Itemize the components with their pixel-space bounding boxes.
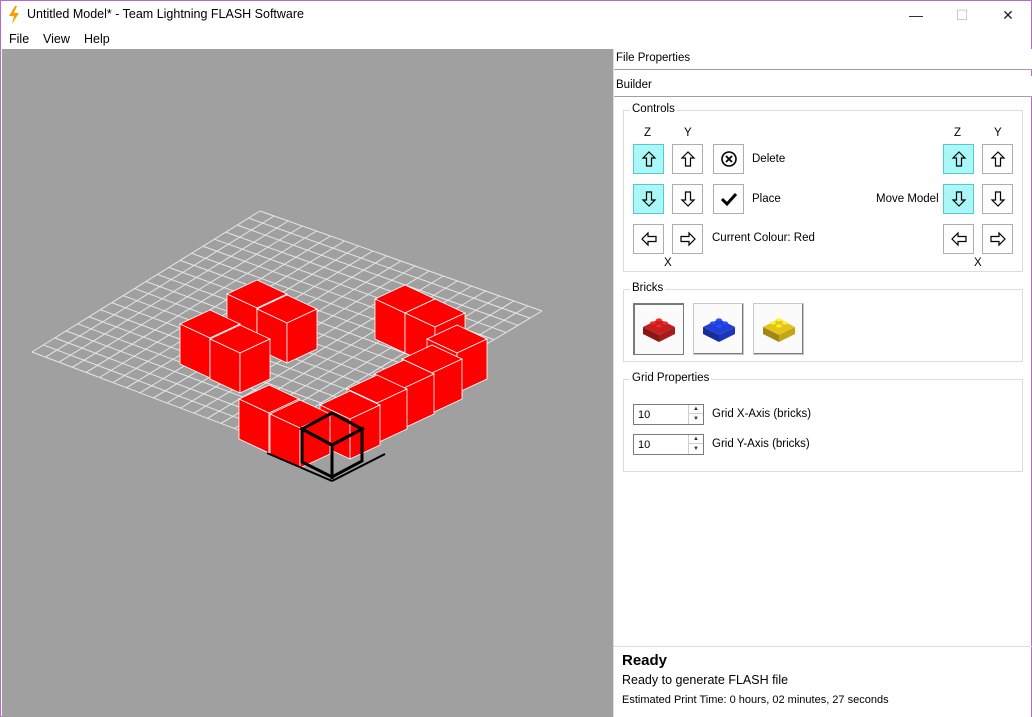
model-x-left-button[interactable] bbox=[943, 224, 974, 254]
delete-icon bbox=[720, 151, 737, 167]
app-window: Untitled Model* - Team Lightning FLASH S… bbox=[0, 0, 1032, 717]
x-right-button[interactable] bbox=[672, 224, 703, 254]
grid-y-value[interactable]: 10 bbox=[638, 439, 650, 451]
menu-file[interactable]: File bbox=[9, 32, 29, 46]
menu-view[interactable]: View bbox=[43, 32, 70, 46]
menu-bar: File View Help bbox=[1, 29, 1031, 49]
grid-x-stepper[interactable]: 10 ▲ ▼ bbox=[633, 404, 704, 425]
arrow-up-icon bbox=[951, 151, 966, 167]
model-canvas[interactable] bbox=[2, 49, 613, 717]
file-properties-header[interactable]: File Properties bbox=[614, 49, 1032, 70]
arrow-up-icon bbox=[680, 151, 695, 167]
bricks-title: Bricks bbox=[630, 282, 666, 294]
print-time-estimate: Estimated Print Time: 0 hours, 02 minute… bbox=[622, 694, 889, 706]
maximize-button[interactable]: ☐ bbox=[939, 1, 985, 29]
arrow-down-icon bbox=[990, 191, 1005, 207]
spin-down-icon[interactable]: ▼ bbox=[689, 414, 703, 423]
title-bar: Untitled Model* - Team Lightning FLASH S… bbox=[1, 1, 1031, 29]
controls-title: Controls bbox=[630, 103, 677, 115]
z-axis-label: Z bbox=[644, 127, 652, 139]
grid-x-spinner[interactable]: ▲ ▼ bbox=[688, 405, 703, 424]
controls-group: Controls Z Y Delete Place Current Colour… bbox=[623, 103, 1023, 272]
arrow-up-icon bbox=[641, 151, 656, 167]
arrow-down-icon bbox=[951, 191, 966, 207]
z-down-button[interactable] bbox=[633, 184, 664, 214]
menu-help[interactable]: Help bbox=[84, 32, 110, 46]
status-panel: Ready Ready to generate FLASH file Estim… bbox=[614, 646, 1032, 717]
window-title: Untitled Model* - Team Lightning FLASH S… bbox=[27, 7, 304, 21]
model-y-up-button[interactable] bbox=[982, 144, 1013, 174]
arrow-right-icon bbox=[679, 231, 696, 247]
place-button[interactable] bbox=[713, 184, 744, 214]
status-message: Ready to generate FLASH file bbox=[622, 673, 789, 687]
model-z-up-button[interactable] bbox=[943, 144, 974, 174]
arrow-left-icon bbox=[950, 231, 967, 247]
placed-brick bbox=[209, 324, 271, 394]
brick-blue-button[interactable] bbox=[693, 303, 744, 355]
lego-brick-icon bbox=[702, 318, 735, 342]
placed-bricks bbox=[179, 279, 488, 469]
model-y-down-button[interactable] bbox=[982, 184, 1013, 214]
model-x-right-button[interactable] bbox=[982, 224, 1013, 254]
x-axis-label: X bbox=[664, 257, 672, 269]
arrow-up-icon bbox=[990, 151, 1005, 167]
arrow-left-icon bbox=[640, 231, 657, 247]
model-viewport[interactable] bbox=[2, 49, 613, 717]
model-y-axis-label: Y bbox=[994, 127, 1002, 139]
delete-button[interactable] bbox=[713, 144, 744, 174]
delete-label: Delete bbox=[752, 153, 786, 165]
grid-x-value[interactable]: 10 bbox=[638, 409, 650, 421]
arrow-down-icon bbox=[680, 191, 695, 207]
arrow-right-icon bbox=[989, 231, 1006, 247]
spin-down-icon[interactable]: ▼ bbox=[689, 444, 703, 453]
lego-brick-icon bbox=[642, 318, 675, 342]
grid-y-stepper[interactable]: 10 ▲ ▼ bbox=[633, 434, 704, 455]
model-z-down-button[interactable] bbox=[943, 184, 974, 214]
builder-header[interactable]: Builder bbox=[614, 76, 1032, 97]
bricks-group: Bricks bbox=[623, 282, 1023, 362]
grid-properties-group: Grid Properties 10 ▲ ▼ Grid X-Axis (bric… bbox=[623, 372, 1023, 472]
lightning-icon bbox=[9, 6, 19, 24]
brick-yellow-button[interactable] bbox=[753, 303, 804, 355]
spin-up-icon[interactable]: ▲ bbox=[689, 435, 703, 444]
model-z-axis-label: Z bbox=[954, 127, 962, 139]
y-up-button[interactable] bbox=[672, 144, 703, 174]
lego-brick-icon bbox=[762, 318, 795, 342]
z-up-button[interactable] bbox=[633, 144, 664, 174]
model-x-axis-label: X bbox=[974, 257, 982, 269]
spin-up-icon[interactable]: ▲ bbox=[689, 405, 703, 414]
grid-y-label: Grid Y-Axis (bricks) bbox=[712, 438, 810, 450]
y-down-button[interactable] bbox=[672, 184, 703, 214]
grid-x-label: Grid X-Axis (bricks) bbox=[712, 408, 812, 420]
x-left-button[interactable] bbox=[633, 224, 664, 254]
move-model-label: Move Model bbox=[876, 193, 939, 205]
place-label: Place bbox=[752, 193, 781, 205]
minimize-button[interactable]: — bbox=[893, 1, 939, 29]
y-axis-label: Y bbox=[684, 127, 692, 139]
status-heading: Ready bbox=[622, 652, 668, 669]
current-colour-label: Current Colour: Red bbox=[712, 232, 815, 244]
checkmark-icon bbox=[720, 192, 737, 207]
arrow-down-icon bbox=[641, 191, 656, 207]
brick-red-button[interactable] bbox=[633, 303, 684, 355]
side-panel: File Properties Builder Controls Z Y Del… bbox=[613, 49, 1032, 717]
grid-y-spinner[interactable]: ▲ ▼ bbox=[688, 435, 703, 454]
grid-properties-title: Grid Properties bbox=[630, 372, 712, 384]
close-button[interactable]: ✕ bbox=[985, 1, 1031, 29]
